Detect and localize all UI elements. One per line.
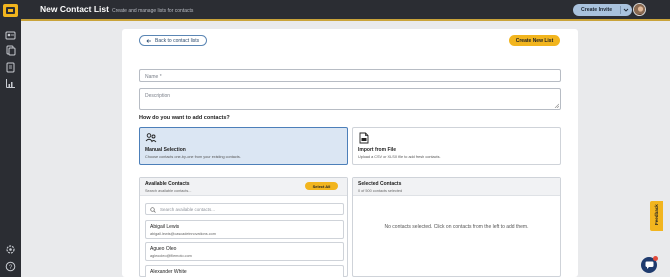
button-divider	[620, 6, 621, 14]
available-contacts-subtitle: Search available contacts...	[145, 189, 192, 193]
avatar-icon	[634, 4, 645, 15]
available-contacts-header: Available Contacts Search available cont…	[140, 178, 347, 196]
contact-name: Abigail Lewis	[150, 224, 180, 230]
chevron-down-icon[interactable]	[623, 7, 629, 13]
page-subtitle: Create and manage lists for contacts	[111, 8, 194, 14]
templates-icon[interactable]	[5, 45, 16, 56]
description-field[interactable]: Description	[139, 88, 561, 110]
create-new-list-button[interactable]: Create New List	[509, 35, 560, 46]
user-avatar[interactable]	[633, 3, 646, 16]
notification-dot	[653, 256, 658, 261]
manual-selection-title: Manual Selection	[145, 147, 186, 153]
select-all-button[interactable]: Select All	[305, 182, 338, 190]
import-from-file-title: Import from File	[358, 147, 397, 153]
import-from-file-option[interactable]: Import from File Upload a CSV or XLSX fi…	[352, 127, 561, 165]
available-contacts-panel: Available Contacts Search available cont…	[139, 177, 348, 277]
settings-icon[interactable]	[5, 244, 16, 255]
top-header: New Contact List Create and manage lists …	[21, 0, 670, 21]
manual-selection-option[interactable]: Manual Selection Choose contacts one-by-…	[139, 127, 348, 165]
empty-selection-message: No contacts selected. Click on contacts …	[384, 224, 529, 230]
chat-launcher-button[interactable]	[641, 256, 658, 273]
app-logo-icon[interactable]	[3, 4, 18, 17]
sidebar: ?	[0, 0, 21, 277]
import-from-file-desc: Upload a CSV or XLSX file to add fresh c…	[358, 155, 441, 159]
selected-contacts-count: 0 of 500 contacts selected	[358, 189, 403, 193]
contacts-icon[interactable]	[5, 30, 16, 41]
contact-email: agleooleo@filemoto.com	[150, 254, 192, 258]
back-to-lists-label: Back to contact lists	[155, 37, 200, 44]
feedback-label: Feedback	[654, 204, 659, 225]
page-title-text: New Contact List	[40, 4, 109, 14]
contact-list-form-card: Back to contact lists Create New List Na…	[122, 29, 578, 277]
arrow-left-icon	[146, 38, 151, 43]
selected-contacts-panel: Selected Contacts 0 of 500 contacts sele…	[352, 177, 561, 277]
name-field[interactable]: Name *	[139, 69, 561, 82]
back-to-lists-button[interactable]: Back to contact lists	[139, 35, 207, 46]
contact-list-item[interactable]: Agueo Oleo agleooleo@filemoto.com	[145, 242, 344, 261]
feedback-tab[interactable]: Feedback	[650, 201, 663, 231]
contact-name: Agueo Oleo	[150, 246, 177, 252]
add-method-question: How do you want to add contacts?	[139, 115, 230, 121]
contact-search-input[interactable]: Search available contacts...	[145, 203, 344, 215]
search-placeholder: Search available contacts...	[160, 207, 216, 212]
selected-contacts-header: Selected Contacts 0 of 500 contacts sele…	[353, 178, 560, 196]
selected-contacts-title: Selected Contacts	[358, 181, 402, 187]
create-invite-button[interactable]: Create Invite	[573, 4, 632, 16]
contact-name: Alexander White	[150, 269, 187, 275]
manual-selection-desc: Choose contacts one-by-one from your exi…	[145, 155, 241, 159]
documents-icon[interactable]	[5, 62, 16, 73]
create-invite-label: Create Invite	[581, 7, 613, 13]
chat-bubble-icon	[645, 261, 653, 269]
contact-email: abigail.lewis@cascadeinnovations.com	[150, 232, 216, 236]
users-icon	[145, 133, 157, 143]
description-placeholder: Description	[145, 93, 171, 99]
reports-icon[interactable]	[5, 78, 16, 89]
contact-list-item[interactable]: Alexander White	[145, 265, 344, 277]
name-placeholder: Name *	[145, 74, 162, 80]
csv-file-icon	[359, 132, 369, 144]
search-icon	[150, 207, 156, 213]
help-icon[interactable]: ?	[5, 261, 16, 272]
available-contacts-title: Available Contacts	[145, 181, 190, 187]
resize-handle-icon[interactable]	[554, 103, 559, 108]
page-title: New Contact List Create and manage lists …	[40, 4, 193, 14]
contact-list-item[interactable]: Abigail Lewis abigail.lewis@cascadeinnov…	[145, 220, 344, 239]
